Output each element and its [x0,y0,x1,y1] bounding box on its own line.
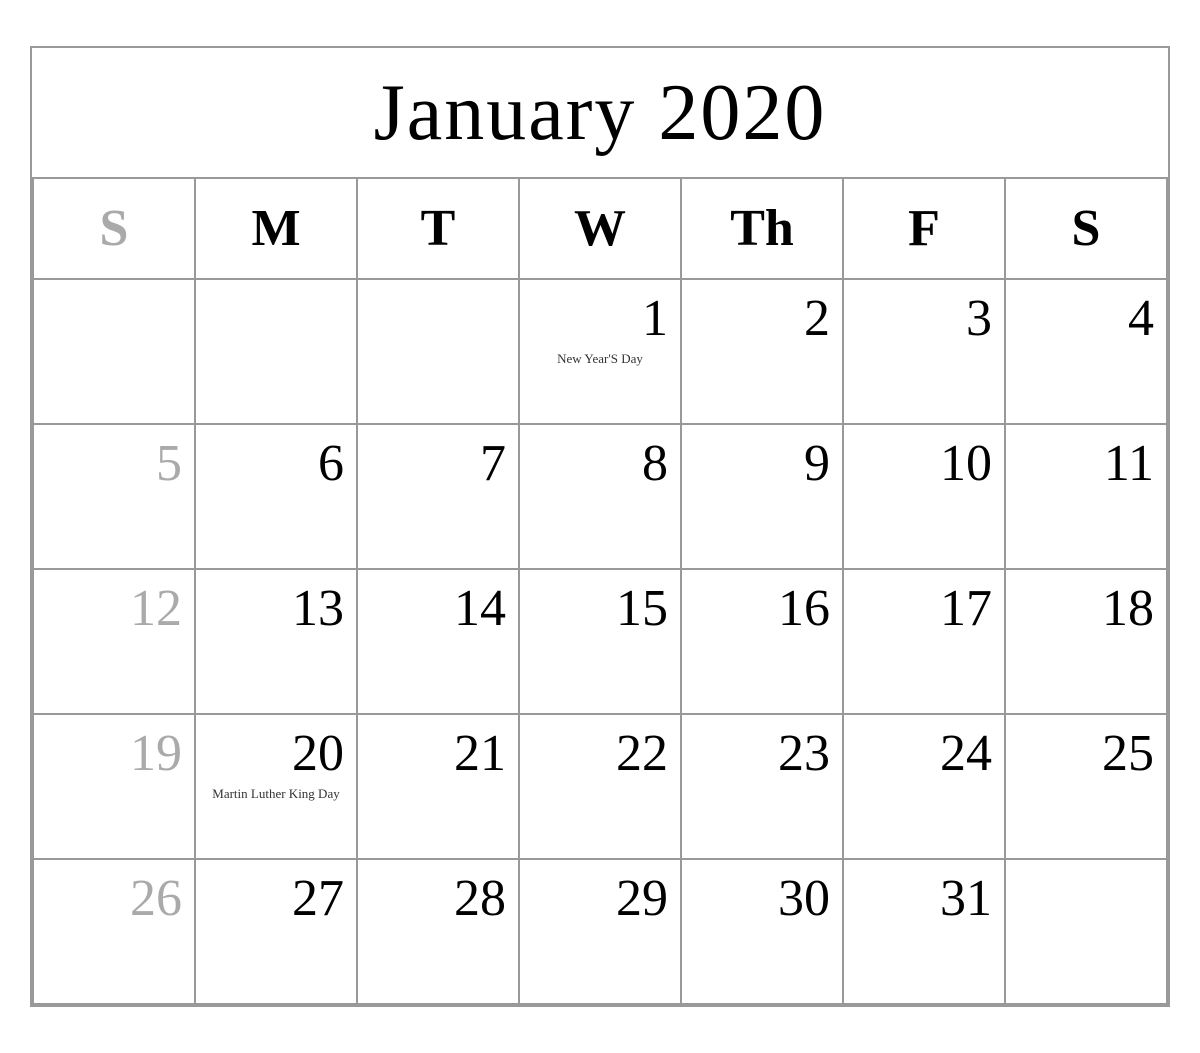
calendar-title: January 2020 [32,48,1168,179]
day-cell: 22 [520,715,682,860]
day-cell: 12 [34,570,196,715]
day-number: 10 [856,435,992,492]
day-number: 0 [208,290,344,347]
day-cell: 14 [358,570,520,715]
day-number: 21 [370,725,506,782]
day-cell: 16 [682,570,844,715]
day-number: 15 [532,580,668,637]
day-cell: 29 [520,860,682,1005]
day-number: 20 [208,725,344,782]
day-header: S [34,179,196,280]
day-header: W [520,179,682,280]
day-number: 0 [1018,870,1154,927]
day-number: 26 [46,870,182,927]
day-cell: 10 [844,425,1006,570]
day-number: 2 [694,290,830,347]
holiday-label: New Year'S Day [532,351,668,368]
day-number: 0 [46,290,182,347]
day-cell: 13 [196,570,358,715]
day-number: 5 [46,435,182,492]
day-header: F [844,179,1006,280]
day-cell: 4 [1006,280,1168,425]
day-number: 9 [694,435,830,492]
day-number: 11 [1018,435,1154,492]
day-number: 31 [856,870,992,927]
day-cell: 6 [196,425,358,570]
day-cell: 26 [34,860,196,1005]
day-number: 18 [1018,580,1154,637]
day-number: 4 [1018,290,1154,347]
day-number: 17 [856,580,992,637]
day-cell: 7 [358,425,520,570]
day-cell: 23 [682,715,844,860]
day-number: 30 [694,870,830,927]
day-cell: 11 [1006,425,1168,570]
day-number: 12 [46,580,182,637]
day-number: 25 [1018,725,1154,782]
day-cell: 2 [682,280,844,425]
day-cell: 15 [520,570,682,715]
day-cell: 24 [844,715,1006,860]
day-number: 0 [370,290,506,347]
day-number: 13 [208,580,344,637]
day-cell: 27 [196,860,358,1005]
day-header: S [1006,179,1168,280]
day-number: 27 [208,870,344,927]
day-header: M [196,179,358,280]
day-number: 24 [856,725,992,782]
day-cell: 9 [682,425,844,570]
day-cell: 30 [682,860,844,1005]
day-number: 28 [370,870,506,927]
day-number: 16 [694,580,830,637]
day-cell: 25 [1006,715,1168,860]
day-cell: 0 [34,280,196,425]
day-number: 1 [532,290,668,347]
day-cell: 8 [520,425,682,570]
day-cell: 31 [844,860,1006,1005]
calendar-grid: SMTWThFS0001New Year'S Day23456789101112… [32,179,1168,1005]
day-cell: 0 [1006,860,1168,1005]
day-header: Th [682,179,844,280]
day-cell: 19 [34,715,196,860]
day-cell: 1 New Year'S Day [520,280,682,425]
day-cell: 21 [358,715,520,860]
day-number: 8 [532,435,668,492]
day-number: 7 [370,435,506,492]
day-number: 3 [856,290,992,347]
day-number: 29 [532,870,668,927]
day-cell: 20 Martin Luther King Day [196,715,358,860]
day-cell: 5 [34,425,196,570]
day-number: 6 [208,435,344,492]
day-number: 22 [532,725,668,782]
day-cell: 17 [844,570,1006,715]
day-header: T [358,179,520,280]
day-cell: 3 [844,280,1006,425]
day-cell: 18 [1006,570,1168,715]
day-cell: 0 [196,280,358,425]
day-number: 19 [46,725,182,782]
day-number: 23 [694,725,830,782]
day-number: 14 [370,580,506,637]
holiday-label: Martin Luther King Day [208,786,344,803]
day-cell: 0 [358,280,520,425]
calendar-container: January 2020 SMTWThFS0001New Year'S Day2… [30,46,1170,1007]
day-cell: 28 [358,860,520,1005]
